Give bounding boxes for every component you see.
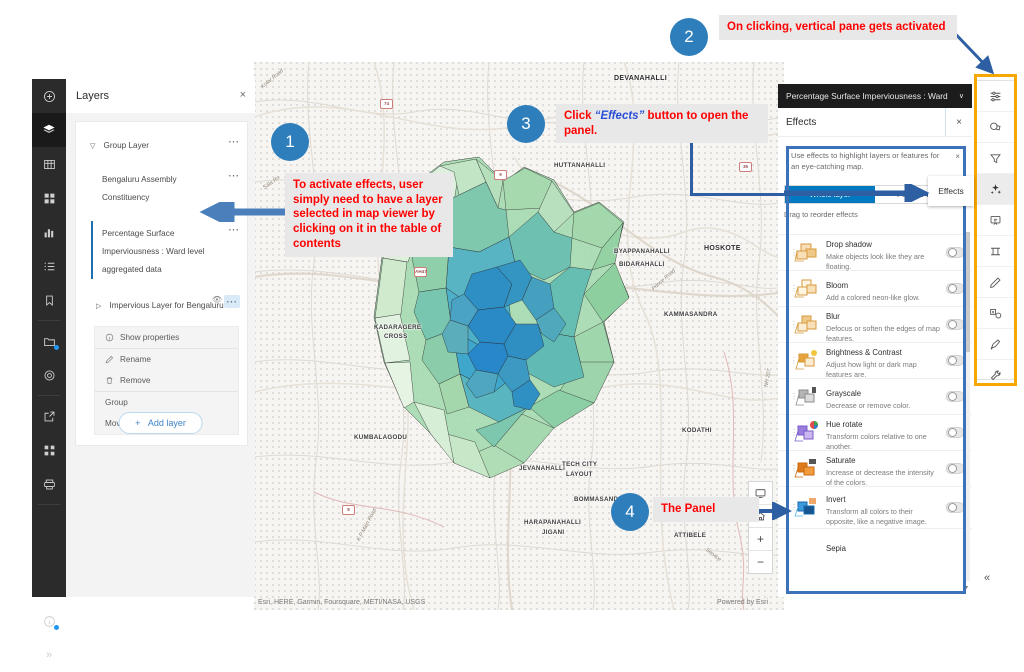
zoom-out-icon[interactable]: − [749, 551, 772, 573]
step-badge-3: 3 [507, 105, 545, 143]
effects-panel-highlight [786, 146, 966, 594]
layers-panel-header: Layers × [66, 79, 255, 113]
layer-menu-icon[interactable]: ⋯ [228, 169, 240, 182]
menu-item-label: Rename [120, 355, 151, 364]
chevron-right-icon[interactable]: ▷ [96, 302, 105, 310]
share-icon[interactable] [32, 399, 66, 433]
layer-group-row[interactable]: ▽ Group Layer ⋯ [76, 130, 247, 158]
sidebar-item-layers[interactable] [32, 113, 66, 147]
map-viewer[interactable]: DEVANAHALLI HUTTANAHALLI BYAPPANAHALLI B… [254, 62, 784, 610]
effects-panel-layer-title: Percentage Surface Imperviousness : Ward [786, 91, 948, 101]
effects-panel-title: Effects [786, 116, 817, 128]
map-roads [254, 62, 784, 610]
layer-menu-icon[interactable]: ⋯ [228, 223, 240, 236]
layers-list: ▽ Group Layer ⋯ Bengaluru Assembly Const… [75, 121, 248, 446]
callout-3-before: Click [564, 110, 595, 122]
menu-item-label: Group [105, 398, 128, 407]
rail-divider-3 [38, 504, 60, 505]
callout-4: The Panel [653, 497, 759, 522]
visibility-eye-icon[interactable]: 👁 [212, 295, 222, 304]
list-item-selected[interactable]: Percentage Surface Imperviousness : Ward… [76, 218, 247, 282]
page-title: Layers [76, 90, 110, 102]
add-layer-label: Add layer [147, 418, 186, 428]
rail-spacer [32, 508, 66, 604]
close-icon[interactable]: × [945, 108, 972, 136]
folder-badge [54, 345, 59, 350]
effects-tooltip-label: Effects [938, 186, 964, 196]
layer-group-menu-icon[interactable]: ⋯ [228, 135, 240, 148]
menu-item-show-properties[interactable]: Show properties [95, 327, 238, 348]
callout-1: To activate effects, user simply need to… [285, 173, 453, 257]
zoom-in-icon[interactable]: + [749, 528, 772, 551]
menu-item-remove[interactable]: Remove [95, 370, 238, 391]
step-badge-2: 2 [670, 18, 708, 56]
close-icon[interactable]: × [240, 89, 246, 101]
chevron-down-icon[interactable]: ∨ [959, 92, 964, 100]
bookmark-icon[interactable] [32, 283, 66, 317]
layer-group-label: Group Layer [103, 141, 149, 150]
basemap-icon[interactable] [32, 147, 66, 181]
effects-panel-header: Effects × [778, 108, 972, 137]
layer-label: Bengaluru Assembly Constituency [102, 175, 177, 202]
collapse-panel-button[interactable]: « [984, 572, 990, 584]
trash-icon [106, 377, 113, 384]
add-icon[interactable] [32, 79, 66, 113]
chevron-down-icon[interactable]: ▽ [90, 142, 99, 150]
expand-chevrons-icon[interactable]: » [32, 638, 66, 672]
step3-connector-vertical [690, 140, 693, 195]
map-powered-by: Powered by Esri [717, 599, 768, 606]
toolbar-highlight [974, 74, 1017, 386]
settings-gear-icon[interactable] [32, 358, 66, 392]
apps-grid-icon[interactable] [32, 433, 66, 467]
print-icon[interactable] [32, 467, 66, 501]
info-icon[interactable] [32, 604, 66, 638]
tables-grid-icon[interactable] [32, 181, 66, 215]
layer-label: Percentage Surface Imperviousness : Ward… [102, 229, 205, 274]
callout-3-emphasis: “Effects” [594, 110, 645, 122]
plus-icon: + [135, 418, 141, 428]
layer-label: Impervious Layer for Bengaluru [109, 301, 224, 310]
callout-3: Click “Effects” button to open the panel… [556, 104, 768, 144]
rail-divider-1 [38, 320, 60, 321]
folder-icon[interactable] [32, 324, 66, 358]
info-icon [105, 333, 114, 342]
list-item[interactable]: ▷ Impervious Layer for Bengaluru 👁 ⋯ [76, 290, 247, 318]
chart-icon[interactable] [32, 215, 66, 249]
layers-panel: Layers × ▽ Group Layer ⋯ Bengaluru Assem… [66, 79, 255, 597]
callout-2: On clicking, vertical pane gets activate… [719, 15, 957, 40]
legend-icon[interactable] [32, 249, 66, 283]
add-layer-button[interactable]: + Add layer [118, 412, 203, 434]
menu-item-label: Remove [120, 376, 151, 385]
map-attribution: Esri, HERE, Garmin, Foursquare, METI/NAS… [258, 599, 426, 606]
effects-tooltip: Effects [928, 176, 974, 206]
menu-item-group[interactable]: Group [95, 392, 238, 413]
info-badge [54, 625, 59, 630]
effects-panel-layer-header[interactable]: Percentage Surface Imperviousness : Ward… [778, 84, 972, 108]
step-badge-1: 1 [271, 123, 309, 161]
step-badge-4: 4 [611, 493, 649, 531]
selection-indicator [91, 221, 93, 279]
left-sidebar-rail[interactable]: » [32, 79, 66, 661]
menu-item-rename[interactable]: Rename [95, 349, 238, 370]
menu-item-label: Show properties [120, 333, 180, 342]
map-controls[interactable]: + − [748, 481, 773, 574]
rail-divider-2 [38, 395, 60, 396]
layer-menu-icon-active[interactable]: ⋯ [224, 295, 240, 308]
step3-arrow [784, 184, 930, 202]
pencil-icon [105, 355, 114, 364]
